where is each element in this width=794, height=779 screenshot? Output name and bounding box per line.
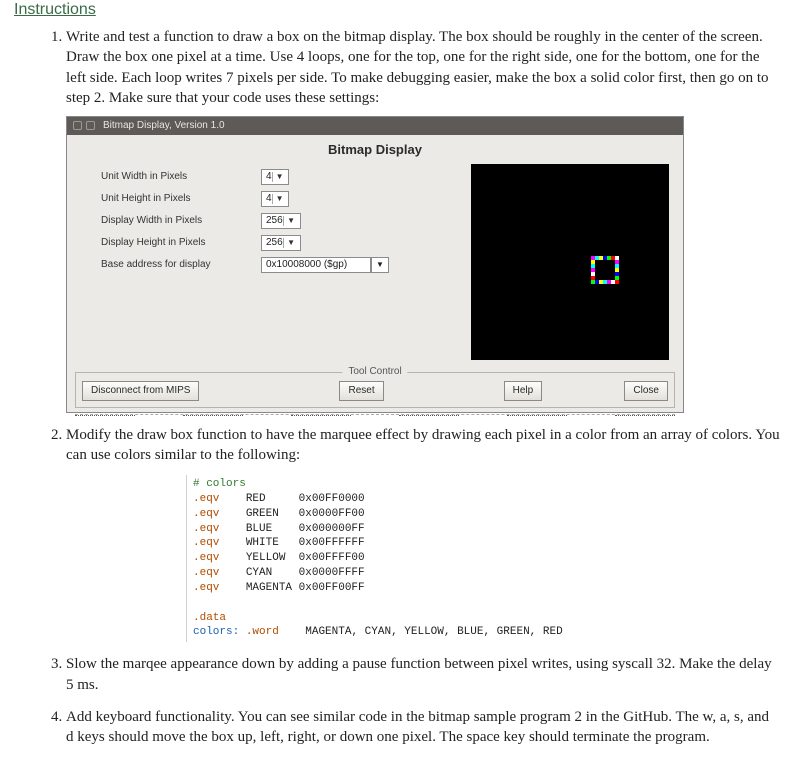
setting-display-width: Display Width in Pixels 256 ▼ — [101, 210, 397, 232]
setting-display-height: Display Height in Pixels 256 ▼ — [101, 232, 397, 254]
chevron-down-icon: ▼ — [283, 216, 298, 227]
window-titlebar: Bitmap Display, Version 1.0 — [67, 117, 683, 135]
setting-unit-height: Unit Height in Pixels 4 ▼ — [101, 188, 397, 210]
instruction-item-1: Write and test a function to draw a box … — [66, 27, 780, 413]
instruction-text-2: Modify the draw box function to have the… — [66, 427, 780, 463]
instruction-text-1: Write and test a function to draw a box … — [66, 29, 769, 106]
disconnect-button[interactable]: Disconnect from MIPS — [82, 381, 199, 401]
instruction-text-3: Slow the marqee appearance down by addin… — [66, 656, 772, 692]
code-sample: # colors .eqv RED 0x00FF0000 .eqv GREEN … — [186, 475, 606, 642]
bitmap-display-canvas — [471, 164, 669, 360]
instruction-text-4: Add keyboard functionality. You can see … — [66, 709, 769, 745]
setting-base-address: Base address for display 0x10008000 ($gp… — [101, 254, 397, 276]
base-address-field[interactable]: 0x10008000 ($gp) — [261, 257, 371, 273]
unit-height-dropdown[interactable]: 4 ▼ — [261, 191, 289, 207]
dotted-rule — [75, 414, 675, 415]
tool-heading: Bitmap Display — [67, 135, 683, 163]
tool-control-panel: Tool Control Disconnect from MIPS Reset … — [75, 372, 675, 408]
close-button[interactable]: Close — [624, 381, 668, 401]
window-title-text: Bitmap Display, Version 1.0 — [103, 119, 225, 133]
setting-label: Display Height in Pixels — [101, 236, 261, 250]
instruction-item-4: Add keyboard functionality. You can see … — [66, 707, 780, 748]
reset-button[interactable]: Reset — [339, 381, 383, 401]
window-control-icon[interactable] — [86, 121, 95, 130]
dropdown-value: 256 — [266, 214, 283, 228]
setting-label: Unit Height in Pixels — [101, 192, 261, 206]
unit-width-dropdown[interactable]: 4 ▼ — [261, 169, 289, 185]
instruction-item-3: Slow the marqee appearance down by addin… — [66, 654, 780, 695]
chevron-down-icon: ▼ — [283, 238, 298, 249]
setting-label: Unit Width in Pixels — [101, 170, 261, 184]
dropdown-value: 256 — [266, 236, 283, 250]
window-control-icon[interactable] — [73, 121, 82, 130]
instructions-list: Write and test a function to draw a box … — [14, 27, 780, 747]
base-address-dropdown[interactable]: ▼ — [371, 257, 389, 273]
setting-label: Base address for display — [101, 258, 261, 272]
instruction-item-2: Modify the draw box function to have the… — [66, 425, 780, 643]
tool-control-legend: Tool Control — [342, 365, 407, 379]
setting-label: Display Width in Pixels — [101, 214, 261, 228]
setting-unit-width: Unit Width in Pixels 4 ▼ — [101, 166, 397, 188]
help-button[interactable]: Help — [504, 381, 543, 401]
page-title: Instructions — [14, 0, 780, 27]
chevron-down-icon: ▼ — [376, 260, 384, 271]
bitmap-display-window: Bitmap Display, Version 1.0 Bitmap Displ… — [66, 116, 684, 413]
chevron-down-icon: ▼ — [272, 172, 287, 183]
chevron-down-icon: ▼ — [272, 194, 287, 205]
display-width-dropdown[interactable]: 256 ▼ — [261, 213, 301, 229]
settings-panel: Unit Width in Pixels 4 ▼ Unit Height in … — [77, 164, 397, 360]
dropdown-value: 0x10008000 ($gp) — [266, 258, 347, 272]
drawn-box — [591, 256, 619, 284]
display-height-dropdown[interactable]: 256 ▼ — [261, 235, 301, 251]
